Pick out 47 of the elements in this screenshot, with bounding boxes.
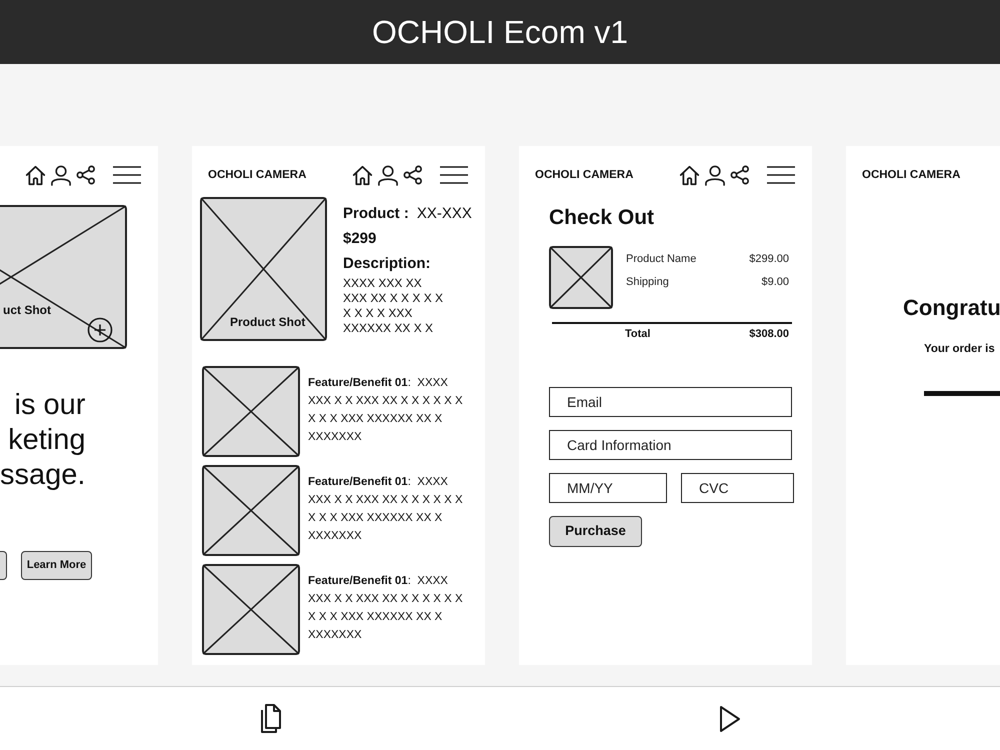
card-information-field[interactable]: Card Information <box>549 430 792 460</box>
brand-name: OCHOLI CAMERA <box>535 168 634 182</box>
share-icon[interactable] <box>403 165 423 185</box>
menu-icon[interactable] <box>440 165 468 185</box>
user-icon[interactable] <box>377 164 399 186</box>
brand-name: OCHOLI CAMERA <box>208 168 306 182</box>
product-code: XX-XXX <box>416 204 472 224</box>
cvc-field[interactable]: CVC <box>681 473 794 503</box>
confirmation-message: Your order is <box>924 342 995 357</box>
expiry-field[interactable]: MM/YY <box>549 473 667 503</box>
user-icon[interactable] <box>704 164 726 186</box>
total-amount: $308.00 <box>749 327 789 342</box>
item-name: Shipping <box>626 275 669 290</box>
total-label: Total <box>625 327 650 342</box>
image-label: uct Shot <box>3 303 51 317</box>
learn-more-button[interactable]: Learn More <box>21 551 92 580</box>
home-icon[interactable] <box>25 164 46 186</box>
feature-text: Feature/Benefit 01: XXXX XXX X X XXX XX X X X X X X X X X XXX XXXXXX XX X XXXXXXX <box>308 475 464 544</box>
feature-text: Feature/Benefit 01: XXXX XXX X X XXX XX X X X X X X X X X XXX XXXXXX XX X XXXXXXX <box>308 574 464 643</box>
page-title: Check Out <box>549 205 654 231</box>
share-icon[interactable] <box>76 165 96 185</box>
confirmation-title: Congratu <box>903 294 1000 322</box>
play-icon[interactable] <box>719 704 741 732</box>
home-icon[interactable] <box>679 164 700 186</box>
description-text: XXXX XXX XX XXX XX X X X X X X X X X XXX XXXXXX XX X X <box>343 276 444 336</box>
user-icon[interactable] <box>50 164 72 186</box>
pages-icon[interactable] <box>258 704 283 734</box>
brand-name: OCHOLI CAMERA <box>862 168 960 182</box>
app-title: OCHOLI Ecom v1 <box>372 14 628 50</box>
home-icon[interactable] <box>352 164 373 186</box>
purchase-button[interactable]: Purchase <box>549 516 642 547</box>
item-name: Product Name <box>626 252 696 267</box>
image-placeholder <box>549 246 613 309</box>
zoom-in-icon[interactable] <box>87 317 113 343</box>
button-edge[interactable] <box>0 551 7 580</box>
menu-icon[interactable] <box>767 165 795 185</box>
description-label: Description: <box>343 255 431 272</box>
item-amount: $9.00 <box>761 275 789 290</box>
image-label: Product Shot <box>230 315 306 329</box>
email-field[interactable]: Email <box>549 387 792 417</box>
menu-icon[interactable] <box>113 165 141 185</box>
item-amount: $299.00 <box>749 252 789 267</box>
price: $299 <box>343 230 376 247</box>
feature-text: Feature/Benefit 01: XXXX XXX X X XXX XX X X X X X X X X X XXX XXXXXX XX X XXXXXXX <box>308 376 464 445</box>
share-icon[interactable] <box>730 165 750 185</box>
product-label: Product : <box>343 204 409 224</box>
marketing-message: is our keting ssage. <box>0 388 86 493</box>
